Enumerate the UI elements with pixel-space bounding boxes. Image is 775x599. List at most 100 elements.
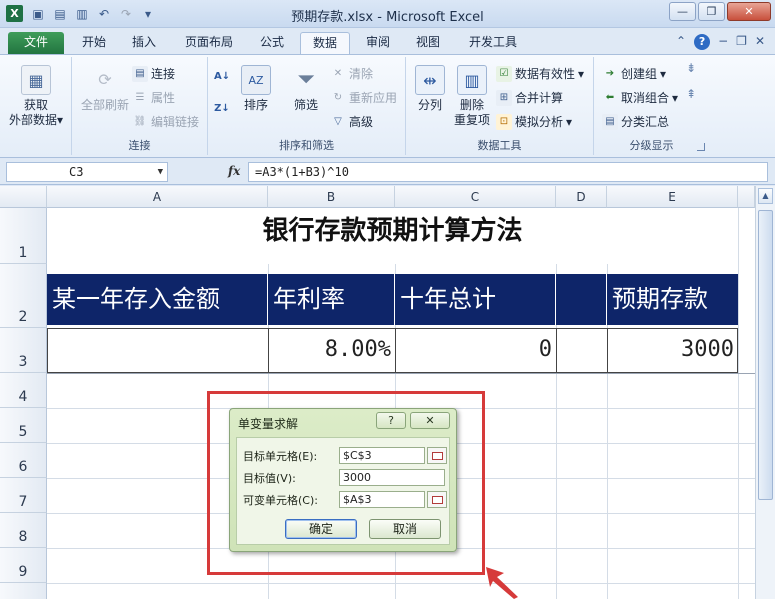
name-box-dropdown-icon[interactable]: ▼: [158, 163, 163, 181]
dialog-help-button[interactable]: ?: [376, 412, 406, 429]
group-arrow-icon: ➔: [605, 67, 615, 79]
close-button[interactable]: ✕: [727, 2, 771, 21]
header-cell-c2[interactable]: 十年总计: [395, 274, 556, 325]
row-header-1[interactable]: 1: [0, 208, 47, 264]
cell-e3[interactable]: 3000: [607, 328, 738, 373]
show-detail-icon[interactable]: ⇟: [686, 61, 696, 75]
changing-cell-label: 可变单元格(C):: [243, 494, 318, 507]
tab-home[interactable]: 开始: [72, 32, 116, 54]
refresh-icon: ⟳: [98, 70, 112, 89]
header-cell-e2[interactable]: 预期存款: [607, 274, 738, 325]
remove-duplicates-button[interactable]: ▥ 删除 重复项: [450, 65, 494, 128]
minimize-ribbon-icon[interactable]: ⌃: [676, 34, 686, 50]
doc-minimize-icon[interactable]: −: [718, 34, 728, 50]
scrollbar-thumb[interactable]: [758, 210, 773, 500]
row-header-10[interactable]: [0, 583, 47, 599]
tab-page-layout[interactable]: 页面布局: [176, 32, 242, 54]
changing-cell-input[interactable]: $A$3: [339, 491, 425, 508]
tab-review[interactable]: 审阅: [356, 32, 400, 54]
tab-formulas[interactable]: 公式: [250, 32, 294, 54]
cell-c3[interactable]: 0: [395, 328, 556, 373]
minimize-button[interactable]: —: [669, 2, 696, 21]
row-number-6: 6: [18, 459, 28, 475]
column-header-f[interactable]: [738, 186, 755, 208]
properties-label: 属性: [151, 91, 176, 105]
target-cell-input[interactable]: $C$3: [339, 447, 425, 464]
row-header-3[interactable]: 3: [0, 328, 47, 373]
tab-developer[interactable]: 开发工具: [460, 32, 526, 54]
scroll-up-arrow-icon[interactable]: ▲: [758, 188, 773, 204]
reapply-button[interactable]: ↻ 重新应用: [330, 89, 397, 106]
header-cell-d2[interactable]: [556, 274, 607, 325]
what-if-button[interactable]: ⊡ 模拟分析 ▾: [496, 113, 572, 130]
column-header-d[interactable]: D: [556, 186, 607, 208]
sort-button[interactable]: AZ 排序: [238, 65, 274, 113]
funnel-icon: ⏷: [297, 67, 315, 92]
cancel-button[interactable]: 取消: [369, 519, 441, 539]
get-external-data-button[interactable]: ▦ 获取 外部数据▾: [6, 65, 66, 128]
row-header-8[interactable]: 8: [0, 513, 47, 548]
tab-file[interactable]: 文件: [8, 32, 64, 54]
group-data-tools: ⇹ 分列 ▥ 删除 重复项 ☑ 数据有效性 ▾ ⊞ 合并计算 ⊡ 模拟分析 ▾ 数据工具: [406, 57, 594, 155]
header-cell-b2[interactable]: 年利率: [268, 274, 395, 325]
subtotal-button[interactable]: ▤ 分类汇总: [602, 113, 669, 130]
column-header-b[interactable]: B: [268, 186, 395, 208]
cell-d3[interactable]: [556, 328, 607, 373]
cell-a3[interactable]: [47, 328, 268, 373]
ok-button[interactable]: 确定: [285, 519, 357, 539]
name-box-value: C3: [69, 165, 84, 179]
row-number-5: 5: [18, 424, 28, 440]
text-to-columns-button[interactable]: ⇹ 分列: [410, 65, 450, 113]
row-header-7[interactable]: 7: [0, 478, 47, 513]
column-header-e[interactable]: E: [607, 186, 738, 208]
sheet-title-cell[interactable]: 银行存款预期计算方法: [47, 208, 738, 264]
restore-button[interactable]: ❐: [698, 2, 725, 21]
name-box[interactable]: C3 ▼: [6, 162, 168, 182]
hide-detail-icon[interactable]: ⇞: [686, 87, 696, 101]
doc-close-icon[interactable]: ✕: [755, 34, 765, 50]
reapply-label: 重新应用: [349, 91, 398, 105]
column-header-c[interactable]: C: [395, 186, 556, 208]
row-header-9[interactable]: 9: [0, 548, 47, 583]
outline-dialog-launcher-icon[interactable]: [697, 143, 705, 151]
advanced-filter-button[interactable]: ▽ 高级: [330, 113, 373, 130]
vertical-scrollbar[interactable]: ▲: [755, 186, 775, 599]
tab-insert[interactable]: 插入: [122, 32, 166, 54]
properties-button[interactable]: ☰ 属性: [132, 89, 176, 106]
links-icon: ⛓: [133, 115, 147, 127]
row-number-4: 4: [18, 389, 28, 405]
ungroup-button[interactable]: ⬅ 取消组合 ▾: [602, 89, 678, 106]
target-cell-ref-button[interactable]: [427, 447, 447, 464]
edit-links-button[interactable]: ⛓ 编辑链接: [132, 113, 199, 130]
sort-desc-button[interactable]: Z↓: [214, 101, 230, 117]
refresh-all-button[interactable]: ⟳ 全部刷新: [76, 65, 134, 113]
tab-view[interactable]: 视图: [406, 32, 450, 54]
group-connections: ⟳ 全部刷新 ▤ 连接 ☰ 属性 ⛓ 编辑链接 连接: [72, 57, 208, 155]
row-header-4[interactable]: 4: [0, 373, 47, 408]
row-header-6[interactable]: 6: [0, 443, 47, 478]
column-header-a[interactable]: A: [47, 186, 268, 208]
tab-data[interactable]: 数据: [300, 32, 350, 54]
help-icon[interactable]: ?: [694, 34, 711, 50]
consolidate-button[interactable]: ⊞ 合并计算: [496, 89, 563, 106]
changing-cell-ref-button[interactable]: [427, 491, 447, 508]
row-header-2[interactable]: 2: [0, 264, 47, 328]
row-number-3: 3: [18, 354, 28, 370]
doc-restore-icon[interactable]: ❐: [736, 34, 747, 50]
header-cell-a2[interactable]: 某一年存入金额: [47, 274, 268, 325]
dialog-close-button[interactable]: ✕: [410, 412, 450, 429]
formula-input[interactable]: =A3*(1+B3)^10: [248, 162, 768, 182]
group-button[interactable]: ➔ 创建组 ▾: [602, 65, 666, 82]
sort-asc-button[interactable]: A↓: [214, 69, 230, 85]
select-all-corner[interactable]: [0, 186, 47, 208]
sort-za-icon: Z↓: [214, 103, 230, 114]
insert-function-icon[interactable]: fx: [228, 164, 240, 178]
connections-button[interactable]: ▤ 连接: [132, 65, 175, 82]
row-header-5[interactable]: 5: [0, 408, 47, 443]
filter-button[interactable]: ⏷ 筛选: [286, 65, 326, 113]
formula-bar: C3 ▼ fx =A3*(1+B3)^10: [0, 159, 775, 185]
cell-b3[interactable]: 8.00%: [268, 328, 395, 373]
data-validation-button[interactable]: ☑ 数据有效性 ▾: [496, 65, 584, 82]
target-value-input[interactable]: 3000: [339, 469, 445, 486]
clear-filter-button[interactable]: ✕ 清除: [330, 65, 373, 82]
